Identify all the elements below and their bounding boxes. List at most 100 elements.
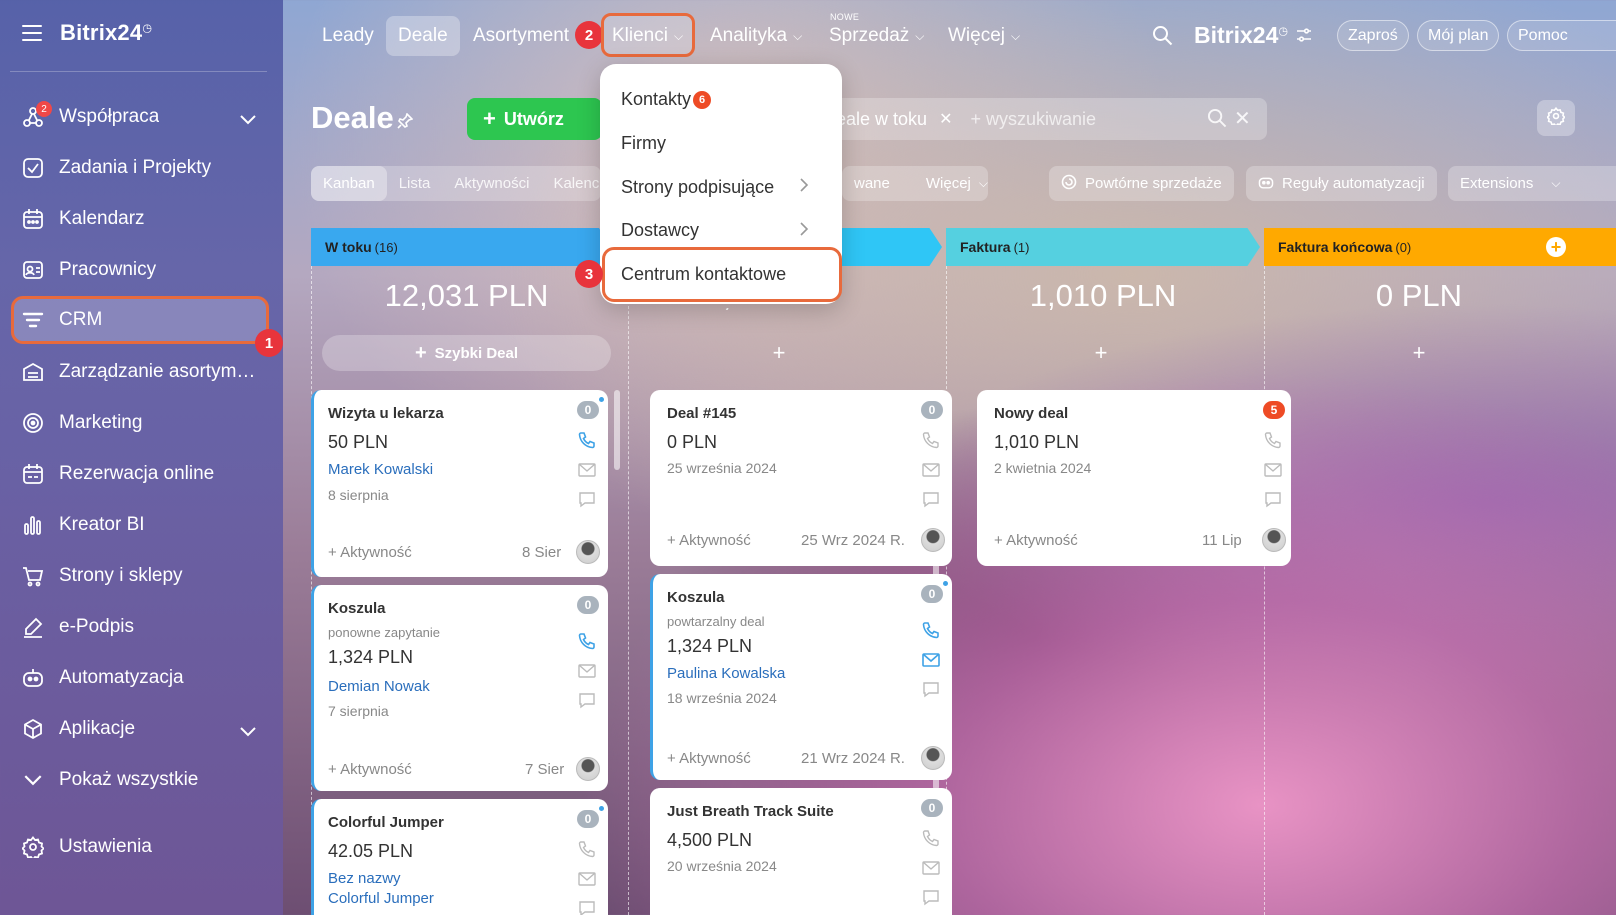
deal-card[interactable]: Wizyta u lekarza 0 50 PLN Marek Kowalski… (311, 390, 608, 577)
sidebar-item-automation[interactable]: Automatyzacja (0, 658, 283, 698)
clear-icon[interactable]: ✕ (1234, 106, 1251, 131)
deal-title[interactable]: Just Breath Track Suite (667, 803, 834, 820)
phone-icon[interactable] (921, 620, 941, 640)
tab-analytics[interactable]: Analityka ⌵ (710, 16, 802, 56)
deal-client-secondary[interactable]: Colorful Jumper (328, 890, 434, 907)
filter-search-bar[interactable]: eale w toku ✕ + wyszukiwanie ✕ (820, 98, 1267, 140)
repeat-sales-button[interactable]: Powtórne sprzedaże (1049, 166, 1234, 201)
mail-icon[interactable] (577, 869, 597, 889)
tab-clients[interactable]: Klienci ⌵ (612, 16, 683, 56)
sidebar-item-booking[interactable]: Rezerwacja online (0, 454, 283, 494)
create-button[interactable]: + Utwórz (467, 98, 602, 140)
chat-icon[interactable] (1263, 490, 1283, 510)
mail-icon[interactable] (921, 650, 941, 670)
add-deal-button[interactable]: + (946, 340, 1256, 366)
tab-activities[interactable]: Aktywności (442, 166, 541, 201)
deal-title[interactable]: Koszula (667, 589, 725, 606)
avatar[interactable] (921, 528, 945, 552)
mail-icon[interactable] (577, 661, 597, 681)
tab-more[interactable]: Więcej ⌵ (948, 16, 1020, 56)
sidebar-item-calendar[interactable]: Kalendarz (0, 199, 283, 239)
column-header-final-invoice[interactable]: Faktura końcowa (0) + (1264, 228, 1616, 266)
column-header-invoice[interactable]: Faktura (1) (946, 228, 1260, 266)
bitrix24-logo-right[interactable]: Bitrix24◷ (1194, 22, 1288, 49)
phone-icon[interactable] (921, 430, 941, 450)
sidebar-item-marketing[interactable]: Marketing (0, 403, 283, 443)
mail-icon[interactable] (577, 460, 597, 480)
chat-icon[interactable] (921, 888, 941, 908)
my-plan-button[interactable]: Mój plan (1417, 20, 1500, 51)
avatar[interactable] (576, 757, 600, 781)
filter-chip[interactable]: eale w toku ✕ (836, 109, 952, 130)
phone-icon[interactable] (921, 828, 941, 848)
phone-icon[interactable] (577, 631, 597, 651)
add-activity-button[interactable]: + Aktywność (667, 532, 751, 549)
deal-card[interactable]: Colorful Jumper 0 42.05 PLN Bez nazwy Co… (311, 799, 608, 915)
chevron-down-icon[interactable] (240, 109, 256, 131)
logo-settings-icon[interactable] (1296, 27, 1312, 48)
pin-icon[interactable] (397, 112, 414, 134)
phone-icon[interactable] (577, 430, 597, 450)
invite-button[interactable]: Zaproś (1337, 20, 1409, 51)
deal-title[interactable]: Koszula (328, 600, 386, 617)
deal-card[interactable]: Koszula 0 powtarzalny deal 1,324 PLN Pau… (650, 574, 952, 780)
deal-card[interactable]: Deal #145 0 0 PLN 25 września 2024 + Akt… (650, 390, 952, 566)
deal-card[interactable]: Koszula 0 ponowne zapytanie 1,324 PLN De… (311, 585, 608, 791)
chevron-down-icon[interactable] (240, 721, 256, 743)
chat-icon[interactable] (921, 680, 941, 700)
quick-deal-button[interactable]: + Szybki Deal (322, 335, 611, 371)
deal-card[interactable]: Just Breath Track Suite 0 4,500 PLN 20 w… (650, 788, 952, 915)
sidebar-item-collaboration[interactable]: 2 Współpraca (0, 97, 283, 137)
tab-kanban[interactable]: Kanban (311, 166, 387, 201)
tab-sales[interactable]: Sprzedaż ⌵ (829, 16, 924, 56)
extensions-button[interactable]: Extensions ⌵ (1448, 166, 1616, 201)
search-input[interactable]: + wyszukiwanie (970, 109, 1096, 130)
search-icon[interactable] (1207, 108, 1227, 133)
deal-title[interactable]: Nowy deal (994, 405, 1068, 422)
deal-title[interactable]: Wizyta u lekarza (328, 405, 444, 422)
automation-rules-button[interactable]: Reguły automatyzacji (1246, 166, 1437, 201)
column-scrollbar[interactable] (614, 390, 620, 470)
sidebar-item-tasks[interactable]: Zadania i Projekty (0, 148, 283, 188)
deal-client[interactable]: Paulina Kowalska (667, 665, 785, 682)
tab-leads[interactable]: Leady (322, 16, 374, 56)
phone-icon[interactable] (1263, 430, 1283, 450)
sidebar-item-sites-stores[interactable]: Strony i sklepy (0, 556, 283, 596)
sidebar-item-settings[interactable]: Ustawienia (0, 827, 283, 867)
add-deal-button[interactable]: + (628, 340, 930, 366)
help-button[interactable]: Pomoc (1507, 20, 1616, 51)
menu-item-suppliers[interactable]: Dostawcy (621, 220, 699, 241)
close-icon[interactable]: ✕ (939, 109, 952, 129)
menu-item-companies[interactable]: Firmy (621, 133, 666, 154)
chat-icon[interactable] (577, 490, 597, 510)
chat-icon[interactable] (577, 899, 597, 915)
chat-icon[interactable] (921, 490, 941, 510)
sidebar-item-bi-builder[interactable]: Kreator BI (0, 505, 283, 545)
add-deal-button[interactable]: + (1264, 340, 1574, 366)
sidebar-item-e-signature[interactable]: e-Podpis (0, 607, 283, 647)
sidebar-item-crm[interactable]: CRM (0, 300, 283, 340)
add-activity-button[interactable]: + Aktywność (328, 544, 412, 561)
deal-title[interactable]: Colorful Jumper (328, 814, 444, 831)
avatar[interactable] (576, 540, 600, 564)
bitrix24-logo[interactable]: Bitrix24◷ (60, 20, 152, 46)
add-column-icon[interactable]: + (1546, 237, 1566, 257)
add-activity-button[interactable]: + Aktywność (994, 532, 1078, 549)
phone-icon[interactable] (577, 839, 597, 859)
sidebar-item-show-all[interactable]: Pokaż wszystkie (0, 760, 283, 800)
add-activity-button[interactable]: + Aktywność (328, 761, 412, 778)
tab-deals[interactable]: Deale (386, 16, 460, 56)
chat-icon[interactable] (577, 691, 597, 711)
column-header-in-progress[interactable]: W toku (16) (311, 228, 611, 266)
avatar[interactable] (921, 746, 945, 770)
tab-list[interactable]: Lista (387, 166, 443, 201)
deal-client[interactable]: Bez nazwy (328, 870, 401, 887)
sidebar-item-apps[interactable]: Aplikacje (0, 709, 283, 749)
sidebar-item-inventory[interactable]: Zarządzanie asortymen... (0, 352, 283, 392)
toolbar-more-button[interactable]: Więcej (926, 175, 971, 192)
tab-inventory[interactable]: Asortyment (473, 16, 569, 56)
mail-icon[interactable] (921, 858, 941, 878)
mail-icon[interactable] (921, 460, 941, 480)
deal-client[interactable]: Marek Kowalski (328, 461, 433, 478)
mail-icon[interactable] (1263, 460, 1283, 480)
